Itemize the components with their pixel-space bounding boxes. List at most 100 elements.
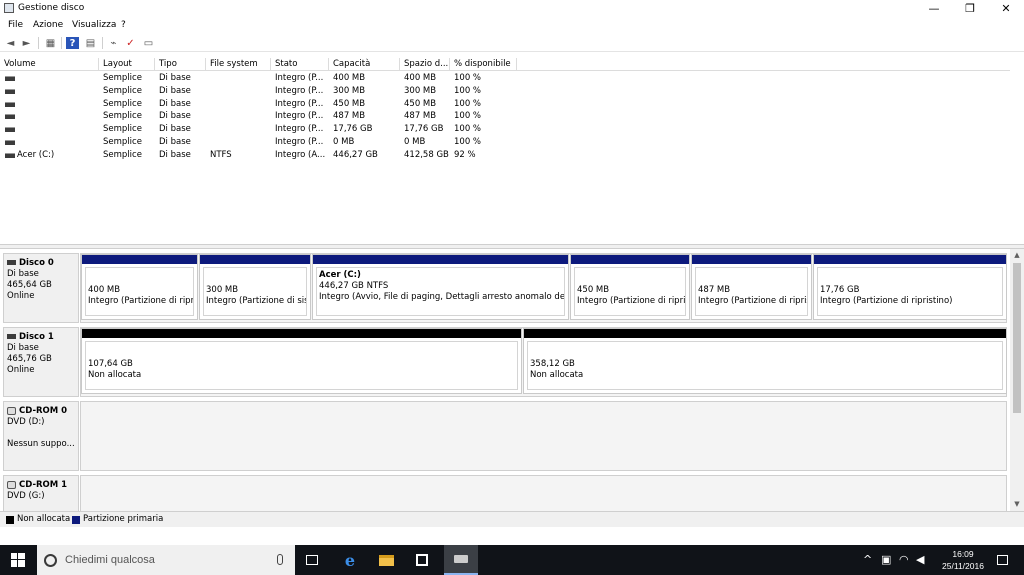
volume-icon [5,88,15,94]
scroll-up-icon[interactable]: ▲ [1010,249,1024,262]
menu-help[interactable]: ? [121,20,126,30]
vertical-scrollbar[interactable]: ▲ ▼ [1010,249,1024,511]
column-header-spazio[interactable]: Spazio d... [400,58,450,71]
cdrom-icon [7,480,16,489]
table-row[interactable]: Semplice Di base Integro (P... 487 MB 487 MB… [0,110,1010,123]
partition-status: Integro (Partizione di siste [206,296,307,306]
clock-date: 25/11/2016 [942,561,984,571]
partition-block[interactable]: 450 MB Integro (Partizione di ripristi [570,254,690,320]
cortana-icon [44,553,57,567]
partition-status: Integro (Partizione di riprist [88,296,194,306]
table-cell: Semplice [103,85,142,96]
disk-type: DVD (D:) [7,417,45,427]
action-center-icon[interactable] [990,545,1014,575]
table-cell: 100 % [454,73,482,83]
console-tree-icon[interactable]: ▦ [44,37,57,49]
table-row[interactable]: Semplice Di base Integro (P... 450 MB 450 MB… [0,98,1010,111]
table-cell [17,72,97,85]
unallocated-block[interactable]: 358,12 GB Non allocata [523,328,1007,394]
partition-block[interactable]: 17,76 GB Integro (Partizione di ripristin… [813,254,1007,320]
column-header-layout[interactable]: Layout [99,58,155,71]
disk-0-label[interactable]: Disco 0 Di base 465,64 GB Online [3,253,79,323]
search-placeholder: Chiedimi qualcosa [65,554,155,566]
forward-icon[interactable]: ► [20,37,33,49]
table-row[interactable]: Semplice Di base Integro (P... 0 MB 0 MB 100 … [0,136,1010,149]
table-cell: Semplice [103,149,142,160]
disk-status: Online [7,365,35,375]
options-icon[interactable]: ▭ [142,37,155,49]
disk-icon [7,260,16,265]
menu-visualizza[interactable]: Visualizza [72,20,116,30]
menu-azione[interactable]: Azione [33,20,63,30]
help-icon[interactable]: ? [66,37,79,49]
volume-icon [5,76,15,81]
search-box[interactable]: Chiedimi qualcosa [37,545,295,575]
partition-block[interactable]: 400 MB Integro (Partizione di riprist [81,254,198,320]
column-header-tipo[interactable]: Tipo [155,58,206,71]
table-cell: Di base [159,98,191,109]
partition-block-c[interactable]: Acer (C:) 446,27 GB NTFS Integro (Avvio, F… [312,254,569,320]
table-row[interactable]: Semplice Di base Integro (P... 400 MB 400 MB… [0,72,1010,85]
table-row[interactable]: Semplice Di base Integro (P... 300 MB 300 MB… [0,85,1010,98]
table-cell: Integro (P... [275,73,324,83]
column-header-volume[interactable]: Volume [0,58,99,71]
legend-primary-label: Partizione primaria [83,514,164,524]
disk-1-label[interactable]: Disco 1 Di base 465,76 GB Online [3,327,79,397]
column-header-file-system[interactable]: File system [206,58,271,71]
disk-type: Di base [7,269,39,279]
cdrom-0-area [80,401,1007,471]
unallocated-block[interactable]: 107,64 GB Non allocata [81,328,522,394]
properties-icon[interactable]: ▤ [84,37,97,49]
wifi-icon[interactable]: ◠ [899,553,909,566]
store-icon[interactable] [408,545,436,575]
volume-icon [5,140,15,145]
check-icon[interactable]: ✓ [124,37,137,49]
menu-file[interactable]: File [8,20,23,30]
table-cell: Semplice [103,73,142,83]
restore-button[interactable]: ❐ [952,0,988,17]
legend-primary-swatch [72,516,80,524]
scrollbar-thumb[interactable] [1013,263,1021,413]
legend-unallocated-label: Non allocata [17,514,71,524]
partition-size: 358,12 GB [530,359,575,369]
taskbar-clock[interactable]: 16:09 25/11/2016 [936,548,990,572]
table-row[interactable]: Acer (C:) Semplice Di base NTFS Integro (A..… [0,149,1010,162]
edge-icon[interactable]: e [336,545,364,575]
connect-disk-icon[interactable]: ⌁ [107,37,120,49]
close-button[interactable]: ✕ [988,0,1024,17]
partition-status: Non allocata [530,370,584,380]
scroll-down-icon[interactable]: ▼ [1010,498,1024,511]
table-cell: 446,27 GB [333,149,378,160]
table-cell [17,110,97,123]
table-row[interactable]: Semplice Di base Integro (P... 17,76 GB 17,7… [0,123,1010,136]
disk-status: Online [7,291,35,301]
volume-list: Volume Layout Tipo File system Stato Cap… [0,58,1010,244]
table-cell: 450 MB [404,98,437,109]
volume-icon [5,127,15,133]
table-cell: Integro (P... [275,124,324,135]
back-icon[interactable]: ◄ [4,37,17,49]
table-cell [210,85,270,98]
disk-name: CD-ROM 1 [19,480,68,490]
table-cell: 17,76 GB [404,124,444,135]
table-cell: Di base [159,124,191,135]
file-explorer-icon[interactable] [372,545,400,575]
minimize-button[interactable]: — [916,0,952,17]
disk-management-task-icon[interactable] [444,545,478,575]
cdrom-1-label[interactable]: CD-ROM 1 DVD (G:) [3,475,79,511]
table-cell: 92 % [454,149,476,160]
cdrom-0-label[interactable]: CD-ROM 0 DVD (D:) Nessun suppo... [3,401,79,471]
column-header-capacita[interactable]: Capacità [329,58,400,71]
partition-size: 450 MB [577,285,610,295]
show-hidden-icons-icon[interactable]: ^ [863,553,872,566]
volume-icon[interactable]: ◀ [916,553,924,566]
network-icon[interactable]: ▣ [881,553,891,566]
start-button[interactable] [0,545,36,575]
microphone-icon[interactable] [277,554,283,565]
taskbar: Chiedimi qualcosa e ^ ▣ ◠ ◀ 16:09 25/11/… [0,545,1024,575]
column-header-stato[interactable]: Stato [271,58,329,71]
task-view-icon[interactable] [298,545,326,575]
partition-block[interactable]: 487 MB Integro (Partizione di ripristi [691,254,812,320]
partition-block[interactable]: 300 MB Integro (Partizione di siste [199,254,311,320]
column-header-percent[interactable]: % disponibile [450,58,517,71]
